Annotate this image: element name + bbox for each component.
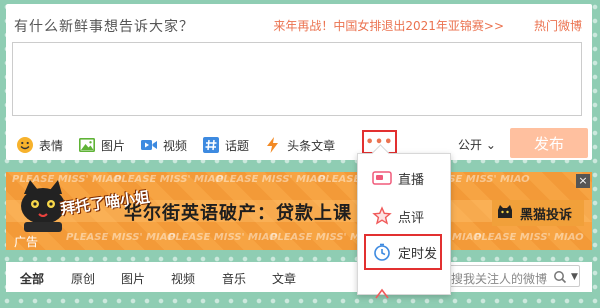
tab-videos[interactable]: 视频 — [171, 270, 195, 287]
feed-search-placeholder: 搜我关注人的微博 — [451, 272, 548, 286]
ad-headline: 华尔街英语破产：贷款上课办? — [124, 199, 522, 225]
publish-button[interactable]: 发布 — [510, 128, 588, 158]
image-icon — [79, 138, 96, 152]
tab-all[interactable]: 全部 — [20, 270, 44, 287]
tab-articles[interactable]: 文章 — [272, 270, 296, 287]
tab-images[interactable]: 图片 — [121, 270, 145, 287]
hot-news-link[interactable]: 来年再战！中国女排退出2021年亚锦赛>> — [273, 17, 504, 34]
more-options-menu: 直播 点评 定时发 — [357, 144, 451, 299]
lightning-icon — [267, 137, 279, 153]
ad-watermark: PLEASE MISS' MIAO — [168, 232, 278, 243]
black-cat-logo-icon — [498, 205, 512, 218]
hashtag-icon — [203, 137, 220, 153]
tab-original[interactable]: 原创 — [71, 270, 95, 287]
ad-close-button[interactable]: × — [576, 174, 590, 188]
publisher-card: 有什么新鲜事想告诉大家？ 来年再战！中国女排退出2021年亚锦赛>> 热门微博 … — [6, 4, 592, 160]
ad-watermark: PLEASE MISS' MIAO — [114, 174, 224, 185]
video-icon — [141, 140, 158, 150]
chevron-down-icon[interactable]: ▼ — [571, 272, 578, 282]
feed-search-box[interactable]: 搜我关注人的微博 ▼ — [444, 265, 580, 287]
video-label: 视频 — [163, 138, 188, 153]
ad-label: 广告 — [14, 235, 39, 249]
topic-button[interactable]: 话题 — [202, 136, 249, 154]
search-icon[interactable] — [553, 270, 567, 284]
ad-headline-main: 华尔街英语破产：贷款上课 — [124, 203, 352, 224]
post-textarea[interactable] — [12, 42, 582, 116]
partial-item-icon — [375, 288, 389, 299]
star-review-icon — [372, 206, 392, 225]
live-icon — [372, 171, 392, 185]
menu-item-scheduled-post-label: 定时发 — [398, 246, 438, 262]
menu-item-scheduled-post[interactable]: 定时发 — [364, 234, 442, 270]
image-label: 图片 — [101, 138, 126, 153]
menu-item-live[interactable]: 直播 — [358, 160, 450, 196]
headline-article-button[interactable]: 头条文章 — [264, 136, 335, 154]
menu-item-more[interactable] — [358, 272, 450, 308]
video-button[interactable]: 视频 — [140, 136, 187, 154]
visibility-dropdown[interactable]: 公开 ⌄ — [458, 136, 496, 153]
ad-watermark: PLEASE MISS' MIAO — [216, 174, 326, 185]
topic-label: 话题 — [225, 138, 250, 153]
menu-item-review-label: 点评 — [398, 210, 425, 226]
ad-brand-logo: 黑猫投诉 — [492, 200, 584, 226]
menu-item-review[interactable]: 点评 — [358, 198, 450, 234]
image-button[interactable]: 图片 — [78, 136, 125, 154]
ad-banner[interactable]: PLEASE MISS' MIAO PLEASE MISS' MIAO PLEA… — [6, 172, 592, 250]
ad-brand-name: 黑猫投诉 — [520, 207, 573, 223]
timer-icon — [374, 243, 390, 261]
smiley-icon — [17, 137, 33, 153]
ad-watermark: PLEASE MISS' MIAO — [474, 232, 584, 243]
tab-music[interactable]: 音乐 — [222, 270, 246, 287]
composer-toolbar: 表情 图片 视频 话题 头条文章 — [16, 130, 350, 160]
menu-item-live-label: 直播 — [398, 172, 425, 188]
headline-article-label: 头条文章 — [287, 138, 336, 153]
emoji-label: 表情 — [39, 138, 64, 153]
hot-weibo-link[interactable]: 热门微博 — [534, 17, 582, 34]
feed-tab-bar: 全部 原创 图片 视频 音乐 文章 搜我关注人的微博 ▼ — [6, 262, 592, 292]
emoji-button[interactable]: 表情 — [16, 136, 63, 154]
composer-prompt: 有什么新鲜事想告诉大家？ — [14, 19, 194, 35]
